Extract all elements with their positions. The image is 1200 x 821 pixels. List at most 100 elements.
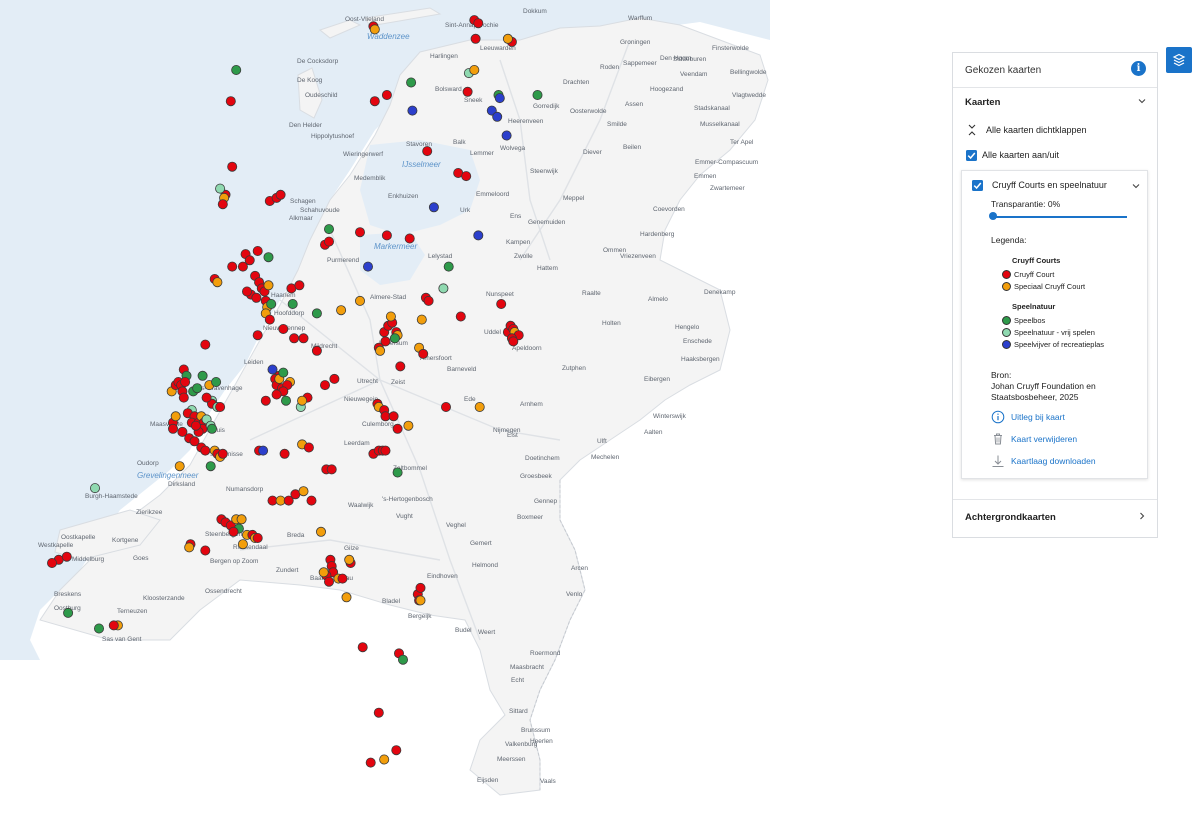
marker-speelvijver[interactable]: [428, 202, 439, 213]
marker-cruyff-court[interactable]: [326, 464, 337, 475]
marker-cruyff-court[interactable]: [227, 261, 238, 272]
marker-cruyff-court[interactable]: [306, 495, 317, 506]
marker-cruyff-court[interactable]: [423, 295, 434, 306]
marker-cruyff-court[interactable]: [228, 526, 239, 537]
marker-special-cruyff-court[interactable]: [385, 311, 396, 322]
marker-cruyff-court[interactable]: [217, 448, 228, 459]
marker-cruyff-court[interactable]: [275, 189, 286, 200]
layer-checkbox[interactable]: [972, 180, 983, 191]
background-maps-toggle[interactable]: Achtergrondkaarten: [953, 499, 1157, 532]
marker-cruyff-court[interactable]: [311, 345, 322, 356]
marker-speelbos[interactable]: [211, 376, 222, 387]
marker-cruyff-court[interactable]: [473, 18, 484, 29]
marker-special-cruyff-court[interactable]: [369, 24, 380, 35]
marker-cruyff-court[interactable]: [380, 336, 391, 347]
marker-cruyff-court[interactable]: [260, 395, 271, 406]
marker-cruyff-court[interactable]: [279, 448, 290, 459]
transparency-slider-track[interactable]: [993, 216, 1127, 218]
marker-speelbos[interactable]: [231, 65, 242, 76]
marker-special-cruyff-court[interactable]: [415, 595, 426, 606]
marker-speelbos[interactable]: [192, 383, 203, 394]
marker-speelbos[interactable]: [278, 367, 289, 378]
marker-cruyff-court[interactable]: [167, 423, 178, 434]
marker-special-cruyff-court[interactable]: [336, 305, 347, 316]
marker-special-cruyff-court[interactable]: [502, 33, 513, 44]
marker-speelbos[interactable]: [280, 395, 291, 406]
marker-special-cruyff-court[interactable]: [263, 280, 274, 291]
marker-cruyff-court[interactable]: [369, 96, 380, 107]
marker-cruyff-court[interactable]: [462, 86, 473, 97]
marker-cruyff-court[interactable]: [241, 286, 252, 297]
marker-cruyff-court[interactable]: [200, 545, 211, 556]
marker-cruyff-court[interactable]: [373, 707, 384, 718]
marker-speelnatuur[interactable]: [215, 183, 226, 194]
marker-cruyff-court[interactable]: [455, 311, 466, 322]
marker-cruyff-court[interactable]: [61, 551, 72, 562]
marker-speelbos[interactable]: [205, 461, 216, 472]
marker-cruyff-court[interactable]: [422, 146, 433, 157]
marker-cruyff-court[interactable]: [365, 757, 376, 768]
marker-cruyff-court[interactable]: [201, 392, 212, 403]
marker-cruyff-court[interactable]: [392, 423, 403, 434]
marker-special-cruyff-court[interactable]: [375, 345, 386, 356]
marker-cruyff-court[interactable]: [298, 333, 309, 344]
transparency-slider-handle[interactable]: [989, 212, 997, 220]
marker-cruyff-court[interactable]: [496, 298, 507, 309]
marker-cruyff-court[interactable]: [108, 620, 119, 631]
marker-cruyff-court[interactable]: [303, 442, 314, 453]
marker-special-cruyff-court[interactable]: [469, 65, 480, 76]
marker-speelvijver[interactable]: [407, 105, 418, 116]
marker-speelbos[interactable]: [532, 90, 543, 101]
marker-cruyff-court[interactable]: [200, 445, 211, 456]
marker-speelbos[interactable]: [323, 224, 334, 235]
marker-special-cruyff-court[interactable]: [184, 542, 195, 553]
marker-cruyff-court[interactable]: [237, 261, 248, 272]
marker-cruyff-court[interactable]: [381, 90, 392, 101]
kaarten-section-toggle[interactable]: Kaarten: [953, 88, 1157, 116]
marker-speelbos[interactable]: [206, 423, 217, 434]
marker-special-cruyff-court[interactable]: [315, 526, 326, 537]
marker-speelvijver[interactable]: [501, 130, 512, 141]
info-icon[interactable]: i: [1131, 61, 1146, 76]
marker-cruyff-court[interactable]: [264, 314, 275, 325]
marker-cruyff-court[interactable]: [319, 380, 330, 391]
marker-special-cruyff-court[interactable]: [236, 514, 247, 525]
marker-speelbos[interactable]: [263, 252, 274, 263]
marker-speelbos[interactable]: [287, 298, 298, 309]
marker-cruyff-court[interactable]: [415, 582, 426, 593]
marker-cruyff-court[interactable]: [215, 401, 226, 412]
marker-speelvijver[interactable]: [258, 445, 269, 456]
marker-speelvijver[interactable]: [473, 230, 484, 241]
layers-button[interactable]: [1166, 47, 1192, 73]
marker-speelvijver[interactable]: [494, 93, 505, 104]
marker-cruyff-court[interactable]: [461, 171, 472, 182]
marker-special-cruyff-court[interactable]: [237, 539, 248, 550]
marker-cruyff-court[interactable]: [178, 392, 189, 403]
marker-special-cruyff-court[interactable]: [212, 277, 223, 288]
marker-cruyff-court[interactable]: [252, 245, 263, 256]
marker-cruyff-court[interactable]: [323, 576, 334, 587]
marker-cruyff-court[interactable]: [418, 348, 429, 359]
marker-cruyff-court[interactable]: [289, 333, 300, 344]
marker-special-cruyff-court[interactable]: [318, 567, 329, 578]
marker-special-cruyff-court[interactable]: [341, 592, 352, 603]
marker-speelnatuur[interactable]: [90, 483, 101, 494]
marker-cruyff-court[interactable]: [354, 227, 365, 238]
marker-speelbos[interactable]: [389, 333, 400, 344]
marker-speelvijver[interactable]: [362, 261, 373, 272]
marker-speelbos[interactable]: [311, 308, 322, 319]
toggle-all-checkbox[interactable]: [966, 150, 977, 161]
marker-cruyff-court[interactable]: [391, 745, 402, 756]
marker-cruyff-court[interactable]: [180, 376, 191, 387]
marker-cruyff-court[interactable]: [190, 420, 201, 431]
marker-cruyff-court[interactable]: [227, 161, 238, 172]
marker-special-cruyff-court[interactable]: [474, 401, 485, 412]
marker-speelbos[interactable]: [397, 654, 408, 665]
chevron-down-icon[interactable]: [1131, 181, 1141, 191]
marker-speelbos[interactable]: [443, 261, 454, 272]
marker-cruyff-court[interactable]: [329, 373, 340, 384]
marker-cruyff-court[interactable]: [323, 236, 334, 247]
marker-cruyff-court[interactable]: [381, 230, 392, 241]
marker-cruyff-court[interactable]: [200, 339, 211, 350]
marker-cruyff-court[interactable]: [357, 642, 368, 653]
